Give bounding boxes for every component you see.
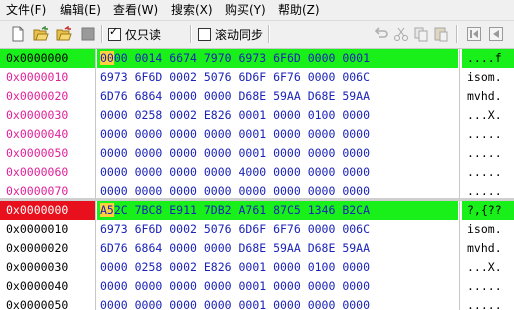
menu-search[interactable]: 搜索(X) <box>171 2 213 18</box>
edit-cursor: 00 <box>100 51 114 65</box>
row-hex-bytes[interactable]: 0000 0000 0000 0000 0001 0000 0000 0000 <box>97 277 458 296</box>
row-ascii[interactable]: ..... <box>462 296 514 310</box>
toolbar: 仅只读 滚动同步 <box>0 21 514 49</box>
hex-row[interactable]: 0x0000020 6D76 6864 0000 0000 D68E 59AA D… <box>0 87 514 106</box>
column-divider <box>95 201 96 310</box>
prev-page-icon[interactable] <box>488 26 504 42</box>
row-ascii[interactable]: ?,{?? <box>462 201 514 220</box>
row-offset: 0x0000050 <box>6 298 69 310</box>
row-ascii[interactable]: mvhd. <box>462 87 514 106</box>
row-hex-bytes[interactable]: 0000 0000 0000 0000 4000 0000 0000 0000 <box>97 163 458 182</box>
row-ascii[interactable]: isom. <box>462 68 514 87</box>
first-page-icon[interactable] <box>466 26 482 42</box>
stop-icon[interactable] <box>80 26 96 42</box>
sync-scroll-checkbox-box[interactable] <box>198 28 211 41</box>
row-ascii[interactable]: ...X. <box>462 106 514 125</box>
row-hex-bytes[interactable]: 0000 0000 0000 0000 0001 0000 0000 0000 <box>97 125 458 144</box>
hex-row[interactable]: 0x0000050 0000 0000 0000 0000 0001 0000 0… <box>0 144 514 163</box>
row-hex-bytes[interactable]: 6973 6F6D 0002 5076 6D6F 6F76 0000 006C <box>97 68 458 87</box>
hex-pane-bottom[interactable]: 0x0000000 A52C 7BC8 E911 7DB2 A761 87C5 1… <box>0 201 514 310</box>
sync-scroll-label: 滚动同步 <box>215 28 264 42</box>
row-offset: 0x0000070 <box>6 184 69 198</box>
open-compare-icon[interactable] <box>56 26 72 42</box>
row-ascii[interactable]: ..... <box>462 277 514 296</box>
row-ascii[interactable]: isom. <box>462 220 514 239</box>
column-divider <box>95 49 96 198</box>
copy-icon[interactable] <box>413 26 429 42</box>
row-hex-bytes[interactable]: 0000 0000 0000 0000 0001 0000 0000 0000 <box>97 296 458 310</box>
row-hex-bytes[interactable]: 6D76 6864 0000 0000 D68E 59AA D68E 59AA <box>97 239 458 258</box>
row-hex-bytes[interactable]: 6D76 6864 0000 0000 D68E 59AA D68E 59AA <box>97 87 458 106</box>
hex-row[interactable]: 0x0000000 0000 0014 6674 7970 6973 6F6D 0… <box>0 49 514 68</box>
hex-row[interactable]: 0x0000030 0000 0258 0002 E826 0001 0000 0… <box>0 258 514 277</box>
row-hex-bytes[interactable]: 0000 0258 0002 E826 0001 0000 0100 0000 <box>97 258 458 277</box>
row-hex-bytes[interactable]: A52C 7BC8 E911 7DB2 A761 87C5 1346 B2CA <box>97 201 458 220</box>
row-offset: 0x0000010 <box>6 70 69 84</box>
column-divider <box>459 49 460 198</box>
menu-help[interactable]: 帮助(Z) <box>278 2 320 18</box>
hex-row[interactable]: 0x0000040 0000 0000 0000 0000 0001 0000 0… <box>0 125 514 144</box>
row-hex-bytes[interactable]: 0000 0000 0000 0000 0000 0000 0000 0000 <box>97 182 458 198</box>
row-ascii[interactable]: ..... <box>462 182 514 198</box>
hex-row[interactable]: 0x0000060 0000 0000 0000 0000 4000 0000 0… <box>0 163 514 182</box>
row-offset: 0x0000030 <box>6 108 69 122</box>
undo-icon[interactable] <box>373 26 389 42</box>
paste-icon[interactable] <box>433 26 449 42</box>
row-offset: 0x0000020 <box>6 89 69 103</box>
readonly-label: 仅只读 <box>125 28 162 42</box>
hex-row[interactable]: 0x0000040 0000 0000 0000 0000 0001 0000 0… <box>0 277 514 296</box>
row-offset: 0x0000050 <box>6 146 69 160</box>
row-offset: 0x0000030 <box>6 260 69 274</box>
row-hex-bytes[interactable]: 0000 0000 0000 0000 0001 0000 0000 0000 <box>97 144 458 163</box>
hex-row[interactable]: 0x0000010 6973 6F6D 0002 5076 6D6F 6F76 0… <box>0 220 514 239</box>
row-ascii[interactable]: ....f <box>462 49 514 68</box>
edit-cursor: A5 <box>100 203 114 217</box>
row-offset: 0x0000020 <box>6 241 69 255</box>
hex-row[interactable]: 0x0000050 0000 0000 0000 0000 0001 0000 0… <box>0 296 514 310</box>
column-divider <box>459 201 460 310</box>
toolbar-separator <box>190 25 192 43</box>
readonly-checkbox[interactable]: 仅只读 <box>108 25 162 43</box>
hex-row[interactable]: 0x0000000 A52C 7BC8 E911 7DB2 A761 87C5 1… <box>0 201 514 220</box>
toolbar-separator <box>268 25 270 43</box>
row-hex-bytes[interactable]: 6973 6F6D 0002 5076 6D6F 6F76 0000 006C <box>97 220 458 239</box>
row-ascii[interactable]: ..... <box>462 163 514 182</box>
toolbar-separator <box>456 25 458 43</box>
row-ascii[interactable]: ..... <box>462 144 514 163</box>
row-ascii[interactable]: mvhd. <box>462 239 514 258</box>
row-hex-bytes[interactable]: 0000 0014 6674 7970 6973 6F6D 0000 0001 <box>97 49 458 68</box>
row-offset: 0x0000040 <box>6 279 69 293</box>
row-offset: 0x0000040 <box>6 127 69 141</box>
cut-icon[interactable] <box>393 26 409 42</box>
row-offset: 0x0000010 <box>6 222 69 236</box>
menu-file[interactable]: 文件(F) <box>6 2 46 18</box>
menu-bar: 文件(F) 编辑(E) 查看(W) 搜索(X) 购买(Y) 帮助(Z) <box>0 0 514 21</box>
row-hex-bytes[interactable]: 0000 0258 0002 E826 0001 0000 0100 0000 <box>97 106 458 125</box>
menu-buy[interactable]: 购买(Y) <box>225 2 266 18</box>
row-ascii[interactable]: ..... <box>462 125 514 144</box>
hex-row[interactable]: 0x0000030 0000 0258 0002 E826 0001 0000 0… <box>0 106 514 125</box>
hex-pane-top[interactable]: 0x0000000 0000 0014 6674 7970 6973 6F6D 0… <box>0 49 514 198</box>
new-file-icon[interactable] <box>10 26 26 42</box>
hex-row[interactable]: 0x0000010 6973 6F6D 0002 5076 6D6F 6F76 0… <box>0 68 514 87</box>
open-folder-icon[interactable] <box>33 26 49 42</box>
row-offset: 0x0000000 <box>0 49 95 68</box>
sync-scroll-checkbox[interactable]: 滚动同步 <box>198 26 263 43</box>
row-offset: 0x0000000 <box>0 201 95 220</box>
toolbar-separator <box>101 25 103 43</box>
hex-row[interactable]: 0x0000020 6D76 6864 0000 0000 D68E 59AA D… <box>0 239 514 258</box>
menu-view[interactable]: 查看(W) <box>113 2 158 18</box>
row-offset: 0x0000060 <box>6 165 69 179</box>
menu-edit[interactable]: 编辑(E) <box>60 2 101 18</box>
row-ascii[interactable]: ...X. <box>462 258 514 277</box>
hex-row[interactable]: 0x0000070 0000 0000 0000 0000 0000 0000 0… <box>0 182 514 198</box>
readonly-checkbox-box[interactable] <box>108 25 121 41</box>
